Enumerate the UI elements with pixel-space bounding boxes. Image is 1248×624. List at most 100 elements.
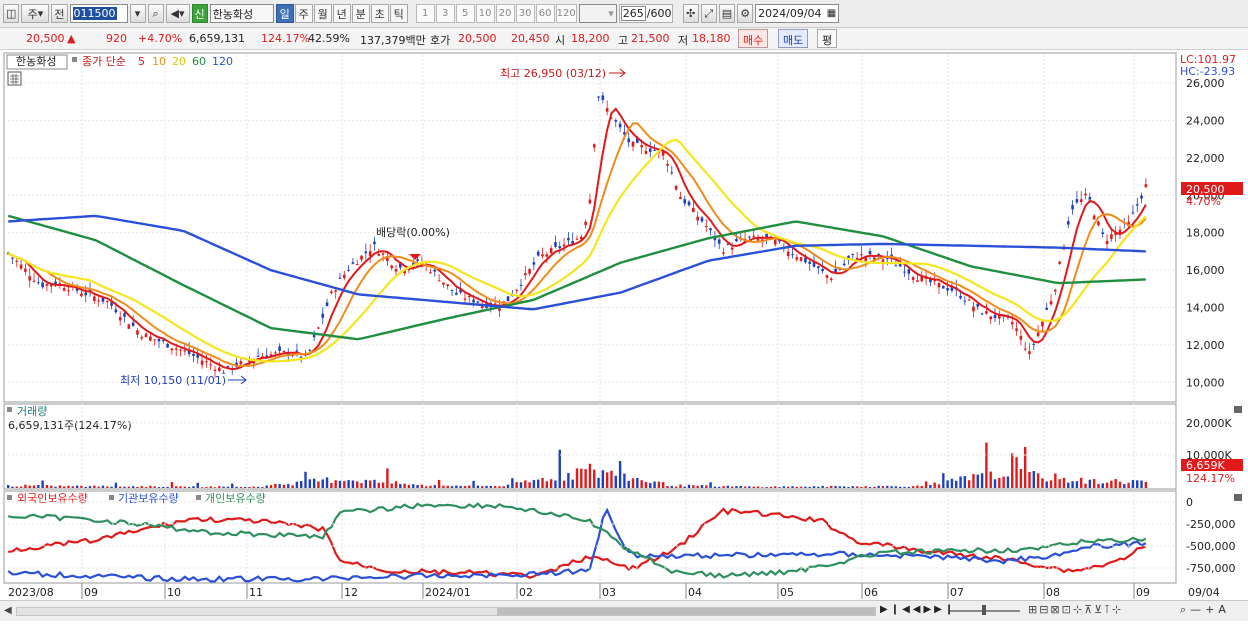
chart-tool-icons[interactable]: ⊞⊟⊠⊡⊹⊼⊻⊺⊹ xyxy=(1028,603,1123,616)
interval-120[interactable]: 120 xyxy=(555,4,577,23)
high-price: 21,500 xyxy=(631,32,670,45)
stock-name-field[interactable]: 한농화성 xyxy=(209,4,274,23)
date-label: 2024/01 xyxy=(425,586,471,599)
candle-body xyxy=(1088,196,1092,200)
candle-body xyxy=(1144,184,1148,188)
candle-body xyxy=(687,201,691,206)
volume-bar xyxy=(381,482,385,488)
volume-bar xyxy=(442,485,445,488)
volume-bar xyxy=(179,486,182,488)
crosshair-icon[interactable]: ✣ xyxy=(682,4,699,23)
tab-second[interactable]: 초 xyxy=(370,4,389,23)
tab-month[interactable]: 월 xyxy=(313,4,332,23)
tab-year[interactable]: 년 xyxy=(332,4,351,23)
volume-panel-close-icon[interactable] xyxy=(1234,406,1242,413)
candle-body xyxy=(730,247,734,250)
table-toggle-icon[interactable] xyxy=(7,71,22,86)
volume-bar xyxy=(730,486,734,488)
tab-tick[interactable]: 틱 xyxy=(389,4,408,23)
candle-body xyxy=(84,292,88,296)
legend-ma-20: 20 xyxy=(172,55,186,68)
playback-buttons[interactable]: ▶❙◀◀▶▶❙ xyxy=(880,604,956,615)
candle-body xyxy=(963,300,967,302)
buy-button[interactable]: 매수 xyxy=(738,29,769,48)
search-icon[interactable]: ⌕ xyxy=(147,4,164,23)
price-tick-label: 12,000 xyxy=(1186,339,1225,352)
volume-bar xyxy=(278,484,281,488)
speaker-icon[interactable]: ◀▾ xyxy=(165,4,190,23)
tab-minute[interactable]: 분 xyxy=(351,4,370,23)
candle-body xyxy=(114,309,118,313)
settings-gear-icon[interactable]: ⚙ xyxy=(737,4,754,23)
volume-bar xyxy=(537,479,540,488)
save-icon[interactable]: ▤ xyxy=(718,4,736,23)
candle-body xyxy=(752,235,755,237)
volume-bar xyxy=(321,479,324,488)
date-input[interactable]: 2024/09/04 ▦ xyxy=(755,4,840,23)
code-dropdown-icon[interactable]: ▾ xyxy=(129,4,146,23)
candle-body xyxy=(67,290,70,292)
interval-20[interactable]: 20 xyxy=(495,4,515,23)
volume-bar xyxy=(1041,478,1044,488)
zoom-slider-handle[interactable] xyxy=(982,605,986,615)
candle-body xyxy=(592,144,596,148)
scrollbar-thumb[interactable] xyxy=(497,608,875,615)
volume-bar xyxy=(37,485,40,488)
volume-bar xyxy=(528,482,531,488)
interval-30[interactable]: 30 xyxy=(515,4,535,23)
window-menu-icon[interactable]: ◫ xyxy=(3,4,20,23)
period-select[interactable]: 주 ▾ xyxy=(21,4,50,23)
candle-body xyxy=(519,284,523,286)
eval-button[interactable]: 평 xyxy=(817,29,838,48)
scroll-left-icon[interactable]: ◀ xyxy=(4,605,12,616)
bid-price: 20,450 xyxy=(511,32,550,45)
volume-bar xyxy=(1049,480,1053,488)
candle-body xyxy=(618,123,622,128)
interval-5[interactable]: 5 xyxy=(455,4,475,23)
volume-bar xyxy=(450,486,454,488)
volume-bar xyxy=(743,486,747,488)
volume-bar xyxy=(821,485,824,488)
interval-60[interactable]: 60 xyxy=(535,4,555,23)
scrollbar-track[interactable] xyxy=(16,607,876,616)
candle-body xyxy=(1045,307,1049,310)
holding-legend-marker-3 xyxy=(196,495,201,500)
candle-body xyxy=(821,268,824,272)
candle-body xyxy=(717,239,721,244)
interval-10[interactable]: 10 xyxy=(475,4,495,23)
holding-legend-marker xyxy=(7,495,12,500)
candle-body xyxy=(894,265,898,267)
interval-custom-input[interactable]: ▾ xyxy=(578,4,617,23)
candle-body xyxy=(825,275,829,278)
prev-button[interactable]: 전 xyxy=(51,4,68,23)
interval-1[interactable]: 1 xyxy=(415,4,435,23)
volume-bar xyxy=(959,476,962,488)
candle-body xyxy=(433,269,437,272)
candle-body xyxy=(1105,240,1109,245)
candle-body xyxy=(562,244,566,247)
sell-button[interactable]: 매도 xyxy=(778,29,809,48)
draw-tool-icon[interactable]: ⤢ xyxy=(700,4,717,23)
volume-bar xyxy=(170,482,174,488)
interval-3[interactable]: 3 xyxy=(435,4,455,23)
volume-bar xyxy=(200,487,204,488)
candle-body xyxy=(394,269,398,272)
chart-area[interactable]: 26,000 24,000 22,000 20,000 18,000 16,000 14,0… xyxy=(0,51,1248,621)
candle-body xyxy=(140,337,144,339)
tab-day[interactable]: 일 xyxy=(275,4,294,23)
stock-code-input[interactable]: 011500 xyxy=(69,4,128,23)
candle-body xyxy=(735,238,738,242)
candle-body xyxy=(692,207,695,212)
zoom-controls[interactable]: ⌕—+A xyxy=(1180,603,1230,617)
count-input[interactable]: 265 /600 xyxy=(618,4,673,23)
volume-bar xyxy=(291,485,294,488)
tab-week[interactable]: 주 xyxy=(294,4,313,23)
holding-panel-close-icon[interactable] xyxy=(1234,494,1242,501)
volume-bar xyxy=(1023,446,1027,488)
price-tick-label: 10,000 xyxy=(1186,376,1225,389)
candle-body xyxy=(528,269,531,274)
candle-body xyxy=(653,149,656,151)
calendar-icon[interactable]: ▦ xyxy=(827,8,836,19)
volume-bar xyxy=(261,487,264,488)
volume-bar xyxy=(11,486,14,488)
